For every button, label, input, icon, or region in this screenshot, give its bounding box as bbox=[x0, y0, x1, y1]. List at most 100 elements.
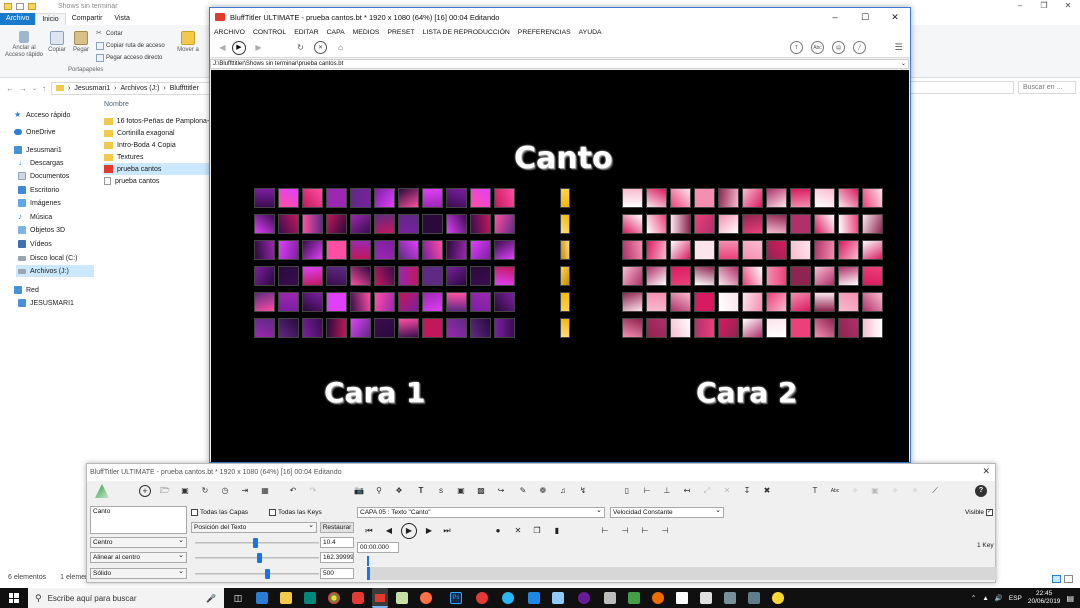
cut-button[interactable]: ✂ Cortar bbox=[96, 30, 123, 38]
row2-select[interactable]: Alinear al centro bbox=[90, 551, 187, 563]
small-text-icon[interactable]: s bbox=[435, 485, 447, 497]
row2-value-input[interactable]: 162.39999 bbox=[320, 552, 354, 563]
row1-value-input[interactable]: 10.4 bbox=[320, 537, 354, 548]
app-icon[interactable] bbox=[578, 592, 590, 604]
app-icon[interactable] bbox=[420, 592, 432, 604]
app-icon[interactable] bbox=[652, 592, 664, 604]
nav-item-descargas[interactable]: ↓ Descargas bbox=[18, 157, 63, 169]
particles-icon[interactable]: ❁ bbox=[537, 485, 549, 497]
menu-control[interactable]: CONTROL bbox=[253, 29, 286, 36]
clock[interactable]: 22:45 20/06/2019 bbox=[1028, 590, 1061, 606]
stop-icon[interactable]: ✕ bbox=[314, 41, 327, 54]
menu-preset[interactable]: PRESET bbox=[387, 29, 414, 36]
edge-icon[interactable] bbox=[256, 592, 268, 604]
bt-file-path[interactable]: J:\Bluffttitler\Shows sin terminar\prueb… bbox=[210, 59, 909, 69]
app-icon[interactable] bbox=[628, 592, 640, 604]
photoshop-icon[interactable]: Ps bbox=[450, 592, 462, 604]
video-layer-icon[interactable]: ▩ bbox=[475, 485, 487, 497]
app-icon[interactable] bbox=[396, 592, 408, 604]
visible-checkbox[interactable]: Visible ✓ bbox=[965, 509, 994, 516]
column-header-nombre[interactable]: Nombre bbox=[104, 101, 129, 108]
pin-quick-access-button[interactable]: Anclar al Acceso rápido bbox=[4, 31, 44, 59]
link-icon[interactable]: ↪ bbox=[495, 485, 507, 497]
clock-icon[interactable]: ◷ bbox=[219, 485, 231, 497]
copy-key-icon[interactable]: ❐ bbox=[531, 525, 543, 537]
abc-tool-icon[interactable]: Abc bbox=[811, 41, 824, 54]
explorer-taskbar-icon[interactable] bbox=[280, 592, 292, 604]
text-content-input[interactable]: Canto bbox=[90, 506, 187, 534]
nav-item-quick-access[interactable]: ★ Acceso rápido bbox=[14, 109, 70, 121]
step-forward-icon[interactable]: ▶ bbox=[423, 525, 435, 537]
row3-value-input[interactable]: 500 bbox=[320, 568, 354, 579]
property-select[interactable]: Posición del Texto bbox=[191, 521, 317, 533]
file-row[interactable]: prueba cantos bbox=[104, 175, 210, 187]
nav-item-onedrive[interactable]: OneDrive bbox=[14, 126, 56, 138]
app-icon[interactable] bbox=[748, 592, 760, 604]
restore-button[interactable]: Restaurar bbox=[320, 522, 354, 533]
notifications-icon[interactable]: ▤ bbox=[1066, 594, 1074, 603]
nav-item-disco-local[interactable]: Disco local (C:) bbox=[18, 252, 77, 264]
row1-select[interactable]: Centro bbox=[90, 536, 187, 548]
menu-preferencias[interactable]: PREFERENCIAS bbox=[518, 29, 571, 36]
layer-move-icon[interactable]: ↤ bbox=[681, 485, 693, 497]
timeline-cursor[interactable] bbox=[367, 567, 370, 580]
file-row[interactable]: 16 fotos-Peñas de Pamplona-Ir bbox=[104, 115, 210, 127]
network-icon[interactable]: ▲ bbox=[982, 595, 988, 602]
large-icons-view-icon[interactable] bbox=[1064, 575, 1073, 583]
close-icon[interactable]: ✕ bbox=[880, 8, 910, 26]
address-bar-extension[interactable] bbox=[910, 81, 1014, 94]
tab-compartir[interactable]: Compartir bbox=[66, 13, 109, 25]
open-folder-icon[interactable]: 🗁 bbox=[159, 485, 171, 497]
refresh-icon[interactable]: ↻ bbox=[294, 41, 307, 54]
layer-order-icon[interactable]: ⊥ bbox=[661, 485, 673, 497]
language-indicator[interactable]: ESP bbox=[1009, 595, 1022, 602]
effect-tool-icon[interactable]: ╱ bbox=[853, 41, 866, 54]
paste-key-icon[interactable]: ▮ bbox=[551, 525, 563, 537]
chevron-down-icon[interactable]: ⌄ bbox=[32, 85, 37, 92]
taskbar-search-box[interactable]: ⚲ Escribe aquí para buscar 🎤 bbox=[28, 588, 224, 608]
export-icon[interactable]: ⇥ bbox=[239, 485, 251, 497]
flip-x-icon[interactable]: ↧ bbox=[741, 485, 753, 497]
address-bar[interactable]: › Jesusmari1 › Archivos (J:) › Bluffttit… bbox=[51, 81, 210, 95]
maximize-icon[interactable]: ☐ bbox=[850, 8, 880, 26]
chevron-up-icon[interactable]: ⌃ bbox=[971, 594, 976, 602]
last-key-icon[interactable]: ⊣ bbox=[659, 525, 671, 537]
nav-item-musica[interactable]: ♪ Música bbox=[18, 211, 52, 223]
nav-item-documentos[interactable]: Documentos bbox=[18, 170, 69, 182]
chrome-icon[interactable] bbox=[328, 592, 340, 604]
menu-archivo[interactable]: ARCHIVO bbox=[214, 29, 245, 36]
nav-item-imagenes[interactable]: Imágenes bbox=[18, 197, 61, 209]
play-icon[interactable]: ▶ bbox=[232, 41, 246, 55]
nav-item-red[interactable]: Red bbox=[14, 284, 39, 296]
app-icon[interactable] bbox=[502, 592, 514, 604]
app-icon[interactable] bbox=[476, 592, 488, 604]
breadcrumb-jesusmari1[interactable]: Jesusmari1 bbox=[74, 85, 110, 92]
grid-icon[interactable]: ▦ bbox=[259, 485, 271, 497]
all-keys-checkbox[interactable]: Todas las Keys bbox=[269, 509, 322, 516]
go-first-key-icon[interactable]: ⊢ bbox=[599, 525, 611, 537]
skip-start-icon[interactable]: ⏮ bbox=[363, 525, 375, 537]
camera-icon[interactable]: 📷 bbox=[353, 485, 365, 497]
timeline-track[interactable] bbox=[367, 567, 997, 580]
magic-wand-icon[interactable]: ⟋ bbox=[929, 485, 941, 497]
youtube-icon[interactable] bbox=[352, 592, 364, 604]
chevron-down-icon[interactable]: ⌄ bbox=[901, 60, 906, 68]
details-view-icon[interactable] bbox=[1052, 575, 1061, 583]
play-icon[interactable]: ▶ bbox=[401, 523, 417, 539]
delete-key-icon[interactable]: ✕ bbox=[512, 525, 524, 537]
tab-inicio[interactable]: Inicio bbox=[35, 12, 66, 26]
mail-icon[interactable] bbox=[700, 592, 712, 604]
back-icon[interactable]: ← bbox=[6, 84, 14, 93]
tab-archivo[interactable]: Archivo bbox=[0, 13, 36, 25]
restore-icon[interactable]: ❐ bbox=[1032, 0, 1056, 13]
blufftitler-taskbar-icon[interactable] bbox=[372, 588, 388, 608]
pen-icon[interactable]: ✎ bbox=[517, 485, 529, 497]
volume-icon[interactable]: 🔊 bbox=[995, 594, 1003, 602]
copy-path-button[interactable]: Copiar ruta de acceso bbox=[96, 42, 165, 50]
quick-access-icon[interactable] bbox=[16, 3, 24, 10]
abc-style-icon[interactable]: Abc bbox=[829, 485, 841, 497]
nav-item-escritorio[interactable]: Escritorio bbox=[18, 184, 59, 196]
row3-slider-thumb[interactable] bbox=[265, 569, 270, 579]
audio-level-icon[interactable]: ↯ bbox=[577, 485, 589, 497]
close-icon[interactable]: ✕ bbox=[982, 466, 990, 477]
